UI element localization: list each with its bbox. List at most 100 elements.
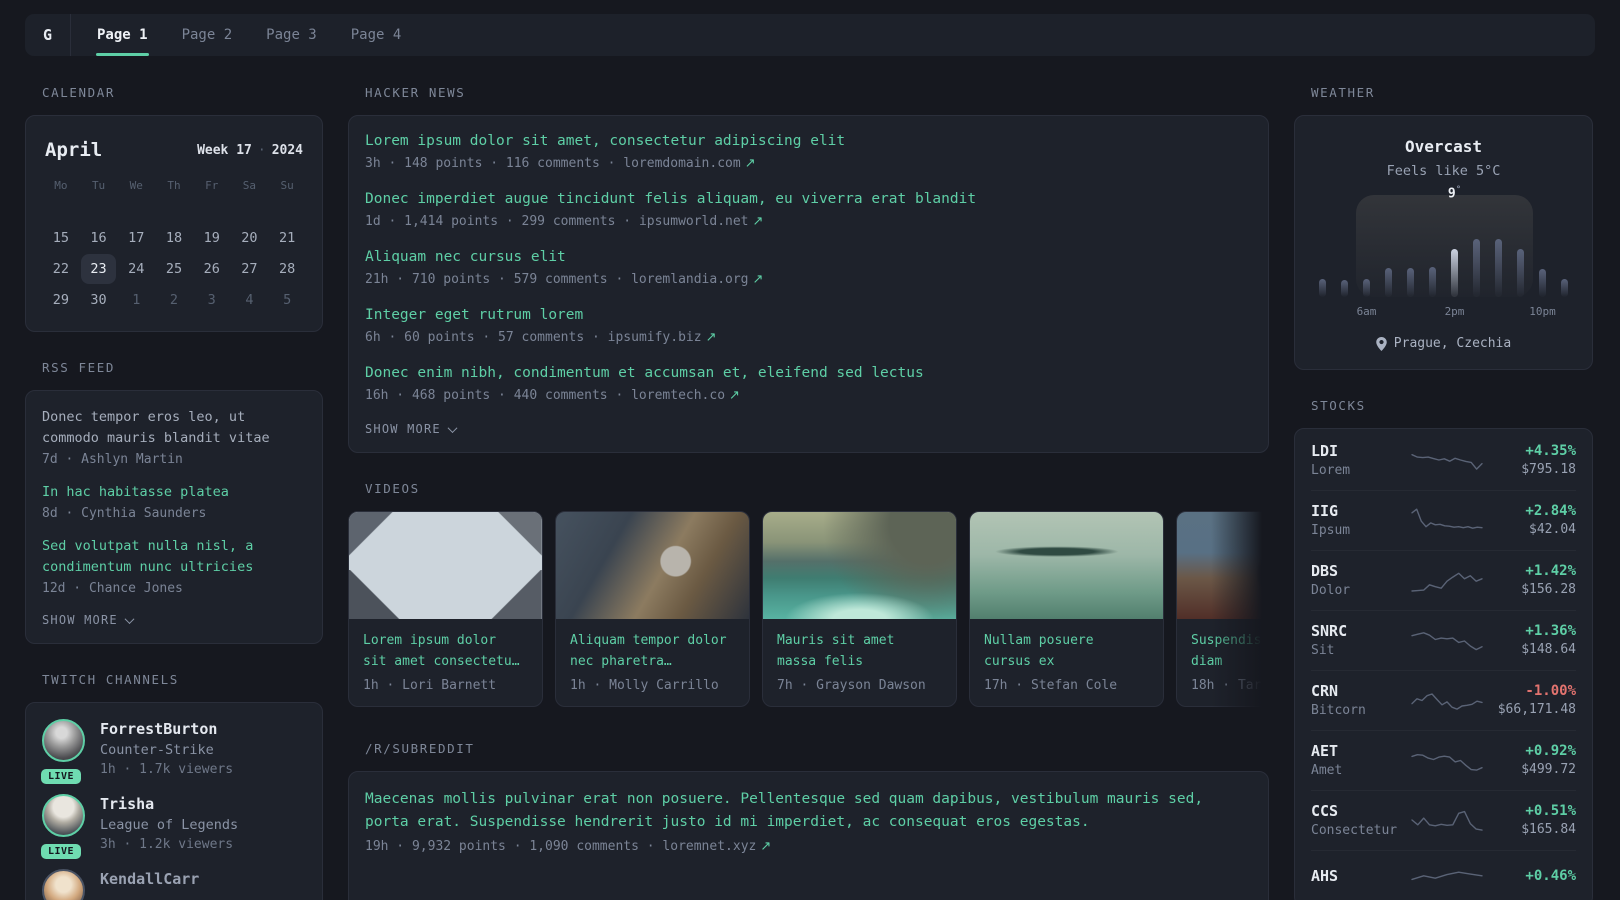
news-item-title[interactable]: Integer eget rutrum lorem xyxy=(365,306,1252,325)
video-title[interactable]: Nullam posuere cursus ex xyxy=(984,630,1149,672)
calendar-month: April xyxy=(45,139,103,161)
twitch-channel-info: ForrestBurton Counter-Strike 1h · 1.7k vie… xyxy=(100,719,233,777)
chevron-down-icon xyxy=(447,422,458,433)
video-card[interactable]: Nullam posuere cursus ex 17h · Stefan Col… xyxy=(969,511,1164,707)
stock-spark-wrap xyxy=(1409,445,1484,475)
twitch-avatar-wrap: LIVE xyxy=(41,719,86,784)
rss-card: Donec tempor eros leo, ut commodo mauris… xyxy=(25,390,323,644)
post-domain-link[interactable]: loremtech.co xyxy=(631,388,725,403)
weather-hourly-chart: 9° xyxy=(1319,185,1568,297)
weather-bar xyxy=(1451,249,1458,297)
feed-item-title[interactable]: In hac habitasse platea xyxy=(42,482,306,503)
news-item-title[interactable]: Aliquam nec cursus elit xyxy=(365,248,1252,267)
post-domain-link[interactable]: loremnet.xyz xyxy=(662,839,756,854)
calendar-day: 29 xyxy=(52,291,69,308)
left-column: CALENDAR April Week 17 · 2024 Mo Tu We Th Fr Sa… xyxy=(25,85,323,900)
calendar-day: 23 xyxy=(80,253,118,284)
video-card[interactable]: Suspendisse diam 18h · Tara xyxy=(1176,511,1269,707)
stock-sparkline xyxy=(1410,871,1483,881)
stock-ticker[interactable]: SNRC xyxy=(1311,622,1409,640)
show-more-button[interactable]: SHOW MORE xyxy=(42,613,306,627)
news-item-title[interactable]: Donec imperdiet augue tincidunt felis al… xyxy=(365,190,1252,209)
calendar-day: 1 xyxy=(132,291,141,308)
video-thumbnail[interactable] xyxy=(970,512,1163,619)
video-meta: 1h · Molly Carrillo xyxy=(570,678,719,693)
calendar-weekday-row: Mo Tu We Th Fr Sa Su xyxy=(42,179,306,204)
news-item-title[interactable]: Donec enim nibh, condimentum et accumsan… xyxy=(365,364,1252,383)
video-card[interactable]: Mauris sit amet massa felis 7h · Grayson … xyxy=(762,511,957,707)
twitch-channel-row[interactable]: KendallCarr xyxy=(42,869,306,900)
external-link-icon: ↗ xyxy=(752,214,764,229)
stock-ticker[interactable]: IIG xyxy=(1311,502,1409,520)
tab-page-3[interactable]: Page 3 xyxy=(266,14,317,56)
post-domain-link[interactable]: loremlandia.org xyxy=(631,272,748,287)
nav-tabs: Page 1 Page 2 Page 3 Page 4 xyxy=(71,14,401,56)
video-thumbnail[interactable] xyxy=(556,512,749,619)
feed-item: Sed volutpat nulla nisl, a condimentum n… xyxy=(42,536,306,596)
stock-name: Bitcorn xyxy=(1311,703,1366,718)
stock-ticker[interactable]: AET xyxy=(1311,742,1409,760)
video-card-body: Lorem ipsum dolor sit amet consectetu… 1h… xyxy=(349,619,542,706)
stocks-card: LDI Lorem +4.35% $795.18 IIG Ipsum +2.84% $42.0… xyxy=(1294,428,1593,900)
news-item: Integer eget rutrum lorem 6h · 60 points … xyxy=(365,306,1252,345)
stock-name: Ipsum xyxy=(1311,523,1351,538)
video-title[interactable]: Mauris sit amet massa felis xyxy=(777,630,942,672)
current-temp-value: 9 xyxy=(1447,186,1456,202)
video-thumbnail[interactable] xyxy=(349,512,542,619)
post-domain-link[interactable]: loremdomain.com xyxy=(623,156,740,171)
video-card[interactable]: Aliquam tempor dolor nec pharetra… 1h · M… xyxy=(555,511,750,707)
stock-sparkline xyxy=(1410,810,1483,831)
feed-item: Donec tempor eros leo, ut commodo mauris… xyxy=(42,407,306,467)
feed-item-title[interactable]: Sed volutpat nulla nisl, a condimentum n… xyxy=(42,536,306,578)
video-thumbnail[interactable] xyxy=(1177,512,1269,619)
tab-page-2[interactable]: Page 2 xyxy=(182,14,233,56)
tab-page-4[interactable]: Page 4 xyxy=(351,14,402,56)
tab-page-1[interactable]: Page 1 xyxy=(96,14,149,56)
show-more-button[interactable]: SHOW MORE xyxy=(365,422,1252,436)
twitch-channel-name[interactable]: ForrestBurton xyxy=(100,720,233,738)
post-meta: 16h · 468 points · 440 comments · loremt… xyxy=(365,388,1252,403)
rss-widget-title: RSS FEED xyxy=(42,360,116,375)
calendar-weekday: Tu xyxy=(91,179,106,192)
calendar-day: 25 xyxy=(165,260,183,277)
stock-sparkline xyxy=(1410,753,1483,771)
calendar-day: 28 xyxy=(279,260,296,277)
video-meta: 7h · Grayson Dawson xyxy=(777,678,926,693)
twitch-channel-row[interactable]: LIVE ForrestBurton Counter-Strike 1h · 1.7k… xyxy=(41,719,306,784)
stock-values: +1.36% $148.64 xyxy=(1484,623,1576,657)
feed-item-title[interactable]: Donec tempor eros leo, ut commodo mauris… xyxy=(42,407,306,449)
calendar-week-label: Week 17 xyxy=(197,142,252,158)
twitch-channel-name[interactable]: Trisha xyxy=(100,795,238,813)
stock-ticker[interactable]: CCS xyxy=(1311,802,1409,820)
calendar-day: 2 xyxy=(169,291,179,308)
stock-ticker[interactable]: CRN xyxy=(1311,682,1409,700)
stock-ticker[interactable]: LDI xyxy=(1311,442,1409,460)
post-meta: 19h · 9,932 points · 1,090 comments · lo… xyxy=(365,839,1252,854)
news-item-title[interactable]: Lorem ipsum dolor sit amet, consectetur … xyxy=(365,132,1252,151)
stock-ticker[interactable]: DBS xyxy=(1311,562,1409,580)
twitch-avatar-wrap xyxy=(42,869,86,900)
stock-id: AET Amet xyxy=(1311,742,1409,778)
stock-id: CRN Bitcorn xyxy=(1311,682,1409,718)
post-meta-text: 3h · 148 points · 116 comments · xyxy=(365,156,624,171)
weather-bar xyxy=(1495,239,1502,297)
video-thumbnail[interactable] xyxy=(763,512,956,619)
calendar-day: 21 xyxy=(279,229,296,246)
post-domain-link[interactable]: ipsumify.biz xyxy=(608,330,702,345)
stock-price: $66,171.48 xyxy=(1497,702,1576,717)
stock-ticker[interactable]: AHS xyxy=(1311,867,1409,885)
video-card[interactable]: Lorem ipsum dolor sit amet consectetu… 1h… xyxy=(348,511,543,707)
twitch-channel-name[interactable]: KendallCarr xyxy=(100,870,199,888)
twitch-channel-meta: 3h · 1.2k viewers xyxy=(100,837,234,852)
video-meta: 1h · Lori Barnett xyxy=(363,678,497,693)
calendar-widget: CALENDAR April Week 17 · 2024 Mo Tu We Th Fr Sa… xyxy=(25,85,323,332)
weather-location: Prague, Czechia xyxy=(1311,336,1576,351)
post-domain-link[interactable]: ipsumworld.net xyxy=(639,214,749,229)
video-title[interactable]: Lorem ipsum dolor sit amet consectetu… xyxy=(363,630,528,672)
app-logo[interactable]: G xyxy=(25,14,71,56)
twitch-channel-meta: 1h · 1.7k viewers xyxy=(100,762,234,777)
video-title[interactable]: Aliquam tempor dolor nec pharetra… xyxy=(570,630,735,672)
video-title[interactable]: Suspendisse diam xyxy=(1191,630,1269,672)
twitch-channel-row[interactable]: LIVE Trisha League of Legends 3h · 1.2k vie… xyxy=(41,794,306,859)
subreddit-post-title[interactable]: Maecenas mollis pulvinar erat non posuer… xyxy=(365,788,1252,834)
